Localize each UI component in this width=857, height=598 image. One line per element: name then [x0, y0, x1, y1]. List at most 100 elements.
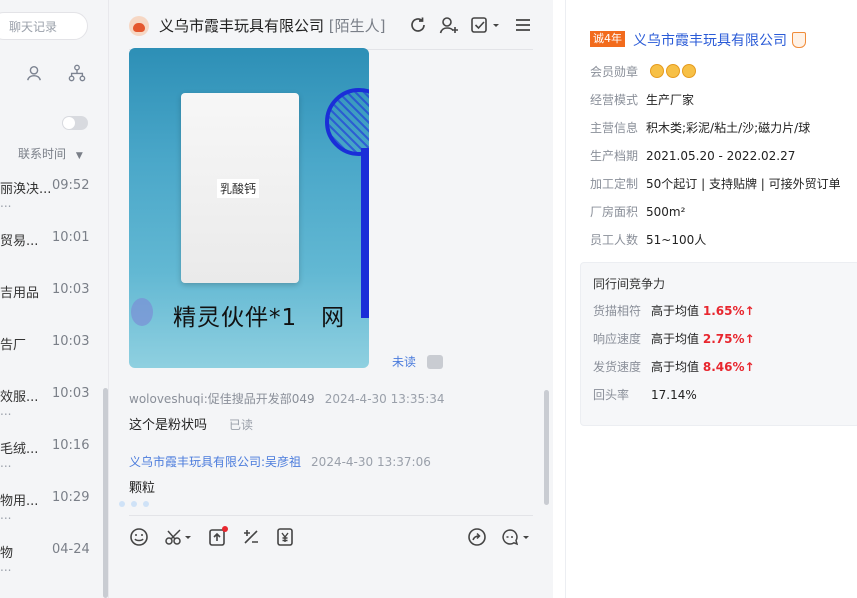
info-row: 员工人数 51~100人 — [590, 231, 706, 248]
up-arrow-icon: ↑ — [744, 332, 755, 346]
verified-shield-icon — [792, 32, 806, 48]
sender-name[interactable]: 义乌市霞丰玩具有限公司:吴彦祖 — [129, 455, 301, 469]
filter-toggle[interactable] — [62, 116, 88, 130]
info-row: 厂房面积 500m² — [590, 203, 685, 220]
sort-dropdown[interactable]: 联系时间 ▼ — [18, 145, 83, 162]
company-name-link[interactable]: 义乌市霞丰玩具有限公司 — [633, 30, 787, 50]
quote-price-icon[interactable] — [241, 527, 261, 547]
competitiveness-row: 响应速度 高于均值 2.75%↑ — [593, 330, 755, 347]
image-banner-text: 精灵伙伴*1 网 — [173, 305, 346, 331]
contact-item[interactable]: 丽涣决... 09:52 ... — [0, 178, 100, 230]
medal-icon — [665, 64, 680, 78]
coral-decoration — [131, 298, 153, 326]
info-value: 50个起订 | 支持贴牌 | 可接外贸订单 — [646, 177, 841, 191]
contact-name: 毛绒... — [0, 442, 39, 457]
contact-item[interactable]: 毛绒... 10:16 ... — [0, 438, 100, 490]
notification-dot — [222, 526, 228, 532]
fan-toy-handle — [361, 148, 369, 318]
contact-time: 10:03 — [52, 282, 90, 297]
contact-time: 10:29 — [52, 490, 90, 505]
card-title: 同行间竞争力 — [593, 277, 666, 291]
contact-item[interactable]: 物 04-24 ... — [0, 542, 100, 594]
chat-title: 义乌市霞丰玩具有限公司 [陌生人] — [159, 15, 386, 36]
contact-name: 告厂 — [0, 338, 27, 353]
typing-indicator — [119, 496, 155, 511]
stranger-tag: [陌生人] — [328, 17, 386, 35]
info-key: 加工定制 — [590, 177, 639, 191]
contact-time: 04-24 — [52, 542, 90, 557]
info-key: 员工人数 — [590, 233, 639, 247]
info-value: 51~100人 — [646, 233, 707, 247]
metric-key: 响应速度 — [593, 332, 642, 346]
message-bubble[interactable]: 颗粒 — [129, 477, 155, 496]
contact-item[interactable]: 告厂 10:03 — [0, 334, 100, 386]
sender-name: woloveshuqi:促佳搜品开发部049 — [129, 392, 315, 406]
metric-percent: 1.65% — [702, 304, 745, 318]
screenshot-scissors-icon[interactable] — [164, 527, 194, 547]
contact-name: 效服... — [0, 390, 39, 405]
contact-item[interactable]: 贸易... 10:01 — [0, 230, 100, 282]
quick-reply-icon[interactable] — [500, 527, 532, 547]
message-time: 2024-4-30 13:35:34 — [324, 392, 445, 406]
info-value: 500m² — [646, 205, 686, 219]
contact-list-scrollbar[interactable] — [103, 388, 108, 598]
medal-icon — [649, 64, 664, 78]
order-check-icon[interactable] — [470, 15, 502, 35]
contact-list-panel: 聊天记录 联系时间 ▼ 丽涣决... 09:52 ... 贸易... 10:01… — [0, 0, 109, 598]
contact-item[interactable]: 效服... 10:03 ... — [0, 386, 100, 438]
medal-icon — [681, 64, 696, 78]
info-row: 经营模式 生产厂家 — [590, 91, 694, 108]
avatar[interactable] — [129, 16, 149, 36]
message-meta: woloveshuqi:促佳搜品开发部049 2024-4-30 13:35:34 — [129, 390, 445, 407]
contact-preview: ... — [0, 404, 12, 418]
menu-icon[interactable] — [513, 15, 533, 35]
metric-prefix: 高于均值 — [651, 304, 700, 318]
contact-preview: ... — [0, 196, 12, 210]
competitiveness-card: 同行间竞争力 货描相符 高于均值 1.65%↑ 响应速度 高于均值 2.75%↑ 发… — [580, 262, 857, 426]
contact-name: 物用... — [0, 494, 39, 509]
powder-bag-image: 乳酸钙 — [181, 93, 299, 283]
product-image-message[interactable]: 乳酸钙 精灵伙伴*1 网 — [129, 48, 369, 368]
contact-time: 10:03 — [52, 386, 90, 401]
chat-company-name: 义乌市霞丰玩具有限公司 — [159, 17, 325, 35]
add-contact-icon[interactable] — [439, 15, 459, 35]
contact-item[interactable]: 吉用品 10:03 — [0, 282, 100, 334]
contact-preview: ... — [0, 508, 12, 522]
yen-order-icon[interactable] — [275, 527, 295, 547]
info-key: 会员勋章 — [590, 65, 639, 79]
contact-time: 10:01 — [52, 230, 90, 245]
message-time: 2024-4-30 13:37:06 — [311, 455, 431, 469]
message-bubble[interactable]: 这个是粉状吗 已读 — [129, 414, 253, 433]
chat-panel: 义乌市霞丰玩具有限公司 [陌生人] 乳酸钙 精灵伙伴*1 网 未读 wolove… — [109, 0, 553, 598]
contact-preview: ... — [0, 560, 12, 574]
read-status: 已读 — [229, 418, 254, 432]
metric-key: 货描相符 — [593, 304, 642, 318]
emoji-icon[interactable] — [129, 527, 149, 547]
metric-prefix: 高于均值 — [651, 332, 700, 346]
metric-key: 回头率 — [593, 388, 630, 402]
up-arrow-icon: ↑ — [744, 304, 755, 318]
fan-toy-image — [325, 88, 369, 156]
contacts-icon[interactable] — [25, 64, 43, 82]
contact-name: 吉用品 — [0, 286, 40, 301]
sort-label: 联系时间 — [18, 147, 67, 161]
info-row: 加工定制 50个起订 | 支持贴牌 | 可接外贸订单 — [590, 175, 841, 192]
org-structure-icon[interactable] — [68, 64, 86, 82]
chat-scrollbar[interactable] — [544, 390, 549, 505]
message-meta: 义乌市霞丰玩具有限公司:吴彦祖 2024-4-30 13:37:06 — [129, 453, 431, 470]
contact-item[interactable]: 物用... 10:29 ... — [0, 490, 100, 542]
share-icon[interactable] — [467, 527, 487, 547]
contact-time: 09:52 — [52, 178, 90, 193]
more-options-icon[interactable] — [427, 355, 443, 369]
info-row: 主营信息 积木类;彩泥/粘土/沙;磁力片/球 — [590, 119, 810, 136]
contact-preview: ... — [0, 456, 12, 470]
search-input[interactable]: 聊天记录 — [0, 12, 88, 40]
contact-time: 10:16 — [52, 438, 90, 453]
metric-value: 17.14% — [651, 388, 697, 402]
info-row-medals: 会员勋章 — [590, 63, 698, 80]
chat-header: 义乌市霞丰玩具有限公司 [陌生人] — [109, 0, 553, 50]
message-text: 这个是粉状吗 — [129, 418, 208, 433]
competitiveness-row: 发货速度 高于均值 8.46%↑ — [593, 358, 755, 375]
bag-label: 乳酸钙 — [217, 179, 260, 198]
refresh-icon[interactable] — [408, 15, 428, 35]
